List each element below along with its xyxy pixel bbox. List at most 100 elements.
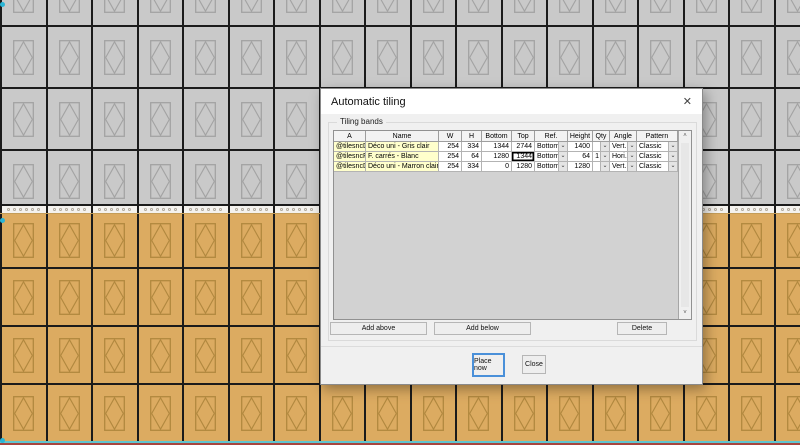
cell-angle[interactable]: Vert.⌄ bbox=[610, 142, 637, 152]
cell-name[interactable]: Déco uni - Gris clair bbox=[366, 142, 439, 152]
tile bbox=[728, 0, 774, 25]
chevron-down-icon[interactable]: ⌄ bbox=[600, 142, 609, 151]
tile-motif-icon bbox=[514, 0, 535, 13]
cell-bottom[interactable]: 0 bbox=[482, 162, 512, 172]
cell-h[interactable]: 334 bbox=[462, 142, 482, 152]
tile-motif-icon bbox=[59, 223, 80, 258]
tile bbox=[91, 385, 137, 441]
tile-motif-icon bbox=[286, 102, 307, 137]
chevron-down-icon[interactable]: ⌄ bbox=[600, 162, 609, 171]
cell-pattern[interactable]: Classic⌄ bbox=[637, 142, 678, 152]
selection-handle[interactable] bbox=[0, 218, 5, 223]
tile-motif-icon bbox=[150, 280, 171, 315]
cell-angle[interactable]: Hori.⌄ bbox=[610, 152, 637, 162]
column-header-angle[interactable]: Angle bbox=[610, 131, 637, 142]
tile bbox=[592, 27, 638, 87]
column-header-top[interactable]: Top bbox=[512, 131, 535, 142]
tile bbox=[455, 0, 501, 25]
chevron-down-icon[interactable]: ⌄ bbox=[668, 152, 677, 161]
cell-ref[interactable]: Bottom⌄ bbox=[535, 142, 568, 152]
tiling-bands-grid[interactable]: ANameWHBottomTopRef.HeightQtyAnglePatter… bbox=[333, 130, 692, 320]
tile-motif-icon bbox=[514, 40, 535, 75]
cell-height[interactable]: 1280 bbox=[568, 162, 593, 172]
ref-value: Bottom bbox=[535, 142, 558, 151]
cell-name[interactable]: F. carrés - Blanc bbox=[366, 152, 439, 162]
frieze-dot-icon bbox=[765, 208, 768, 211]
cell-bottom[interactable]: 1280 bbox=[482, 152, 512, 162]
close-button[interactable]: Close bbox=[522, 355, 546, 374]
grid-scrollbar[interactable]: ˄ ˅ bbox=[678, 131, 691, 319]
chevron-down-icon[interactable]: ⌄ bbox=[558, 142, 567, 151]
cell-w[interactable]: 254 bbox=[439, 142, 462, 152]
tile bbox=[592, 385, 638, 441]
column-header-pattern[interactable]: Pattern bbox=[637, 131, 678, 142]
table-row: @tilesncDUMCDéco uni - Marron clair25433… bbox=[334, 162, 678, 172]
cell-a[interactable]: @tilesncDUMC bbox=[334, 162, 366, 172]
cell-top[interactable]: 1280 bbox=[512, 162, 535, 172]
cell-top[interactable]: 2744 bbox=[512, 142, 535, 152]
cell-ref[interactable]: Bottom⌄ bbox=[535, 152, 568, 162]
grid-header-row: ANameWHBottomTopRef.HeightQtyAnglePatter… bbox=[334, 131, 678, 142]
tile bbox=[774, 151, 800, 204]
tile bbox=[91, 0, 137, 25]
chevron-down-icon[interactable]: ⌄ bbox=[558, 152, 567, 161]
tile bbox=[774, 269, 800, 325]
cell-pattern[interactable]: Classic⌄ bbox=[637, 152, 678, 162]
close-icon[interactable]: ✕ bbox=[683, 95, 692, 108]
cell-pattern[interactable]: Classic⌄ bbox=[637, 162, 678, 172]
column-header-w[interactable]: W bbox=[439, 131, 462, 142]
scroll-down-icon[interactable]: ˅ bbox=[679, 308, 691, 319]
column-header-bottom[interactable]: Bottom bbox=[482, 131, 512, 142]
cell-qty[interactable]: 1⌄ bbox=[593, 152, 610, 162]
dialog-titlebar[interactable]: Automatic tiling ✕ bbox=[321, 89, 702, 114]
cell-qty[interactable]: ⌄ bbox=[593, 162, 610, 172]
cell-w[interactable]: 254 bbox=[439, 162, 462, 172]
column-header-height[interactable]: Height bbox=[568, 131, 593, 142]
add-above-button[interactable]: Add above bbox=[330, 322, 427, 335]
cell-w[interactable]: 254 bbox=[439, 152, 462, 162]
cell-ref[interactable]: Bottom⌄ bbox=[535, 162, 568, 172]
frieze-dot-icon bbox=[781, 208, 784, 211]
tile bbox=[273, 327, 319, 383]
column-header-a[interactable]: A bbox=[334, 131, 366, 142]
cell-height[interactable]: 1400 bbox=[568, 142, 593, 152]
delete-button[interactable]: Delete bbox=[617, 322, 667, 335]
tile bbox=[455, 385, 501, 441]
scroll-up-icon[interactable]: ˄ bbox=[679, 131, 691, 142]
cell-qty[interactable]: ⌄ bbox=[593, 142, 610, 152]
cell-angle[interactable]: Vert.⌄ bbox=[610, 162, 637, 172]
chevron-down-icon[interactable]: ⌄ bbox=[627, 142, 636, 151]
tile-motif-icon bbox=[241, 223, 262, 258]
selection-handle[interactable] bbox=[0, 438, 5, 443]
cell-a[interactable]: @tilesncDUGC bbox=[334, 142, 366, 152]
frieze-dot-icon bbox=[247, 208, 250, 211]
cell-bottom[interactable]: 1344 bbox=[482, 142, 512, 152]
column-header-name[interactable]: Name bbox=[366, 131, 439, 142]
cell-h[interactable]: 334 bbox=[462, 162, 482, 172]
column-header-h[interactable]: H bbox=[462, 131, 482, 142]
scrollbar-thumb[interactable] bbox=[681, 143, 689, 307]
frieze-dot-icon bbox=[77, 208, 80, 211]
chevron-down-icon[interactable]: ⌄ bbox=[627, 152, 636, 161]
cell-height[interactable]: 64 bbox=[568, 152, 593, 162]
chevron-down-icon[interactable]: ⌄ bbox=[668, 162, 677, 171]
column-header-ref[interactable]: Ref. bbox=[535, 131, 568, 142]
cell-top[interactable]: 1344 bbox=[512, 152, 535, 162]
place-now-button[interactable]: Place now bbox=[472, 353, 505, 377]
column-header-qty[interactable]: Qty bbox=[593, 131, 610, 142]
cell-a[interactable]: @tilesncFPBL bbox=[334, 152, 366, 162]
frieze-dot-icon bbox=[219, 208, 222, 211]
frieze-cell bbox=[728, 206, 774, 213]
selection-handle[interactable] bbox=[0, 2, 5, 7]
chevron-down-icon[interactable]: ⌄ bbox=[600, 152, 609, 161]
tile bbox=[637, 27, 683, 87]
frieze-dot-icon bbox=[83, 208, 86, 211]
tile bbox=[546, 0, 592, 25]
chevron-down-icon[interactable]: ⌄ bbox=[627, 162, 636, 171]
cell-h[interactable]: 64 bbox=[462, 152, 482, 162]
chevron-down-icon[interactable]: ⌄ bbox=[668, 142, 677, 151]
chevron-down-icon[interactable]: ⌄ bbox=[558, 162, 567, 171]
add-below-button[interactable]: Add below bbox=[434, 322, 531, 335]
tile-motif-icon bbox=[650, 396, 671, 431]
cell-name[interactable]: Déco uni - Marron clair bbox=[366, 162, 439, 172]
